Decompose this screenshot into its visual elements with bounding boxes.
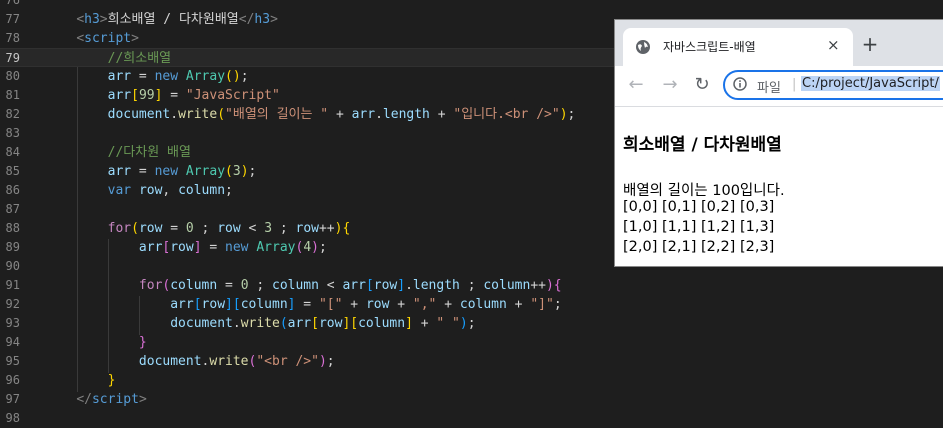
close-icon[interactable]: × [827, 36, 840, 54]
info-icon[interactable] [733, 77, 747, 91]
line-number: 91 [5, 278, 20, 292]
line-number: 96 [5, 373, 20, 387]
line-number: 93 [5, 316, 20, 330]
code-line: 98 [0, 409, 943, 428]
line-number: 89 [5, 240, 20, 254]
line-number: 78 [5, 31, 20, 45]
code-token: h3 [84, 12, 100, 27]
url-separator: | [792, 77, 797, 92]
line-number: 83 [5, 126, 20, 140]
line-number: 77 [5, 12, 20, 26]
line-number: 94 [5, 335, 20, 349]
line-number: 87 [5, 202, 20, 216]
code-line: 95 document.write("<br />"); [0, 352, 943, 371]
line-number: 85 [5, 164, 20, 178]
code-line: 94 } [0, 333, 943, 352]
line-number: 92 [5, 297, 20, 311]
line-number: 84 [5, 145, 20, 159]
line-number: 76 [5, 0, 20, 7]
code-string: "[" [318, 297, 343, 312]
code-string: "<br />" [256, 354, 319, 369]
code-line: 76 [0, 0, 943, 10]
line-number: 90 [5, 259, 20, 273]
browser-window: 자바스크립트-배열 × + ← → ↻ 파일 | C:/project/Java… [615, 20, 943, 266]
line-number: 82 [5, 107, 20, 121]
output-line: 배열의 길이는 100입니다. [623, 183, 785, 199]
code-string: "입니다.<br />" [453, 107, 560, 122]
line-number: 81 [5, 88, 20, 102]
browser-tab[interactable]: 자바스크립트-배열 × [623, 28, 853, 66]
code-token: 희소배열 / 다차원배열 [107, 12, 239, 27]
code-string: " " [436, 316, 460, 331]
code-token: script [84, 31, 132, 46]
code-token: script [91, 392, 139, 407]
plus-icon[interactable]: + [859, 32, 881, 56]
line-number: 80 [5, 69, 20, 83]
code-line: 97 </script> [0, 390, 943, 409]
line-number: 97 [5, 392, 20, 406]
code-string: "," [412, 297, 437, 312]
line-number: 88 [5, 221, 20, 235]
output-line: [1,0] [1,1] [1,2] [1,3] [623, 219, 775, 235]
url-scheme-label: 파일 [757, 81, 781, 96]
line-number: 95 [5, 354, 20, 368]
code-line: 93 document.write(arr[row][column] + " "… [0, 314, 943, 333]
code-comment: //다차원 배열 [107, 145, 191, 160]
code-string: "]" [530, 297, 554, 312]
code-line: 96 } [0, 371, 943, 390]
code-line: 92 arr[row][column] = "[" + row + "," + … [0, 295, 943, 314]
globe-icon [636, 40, 650, 54]
address-bar[interactable]: 파일 | C:/project/JavaScript/ [723, 70, 943, 100]
line-number: 86 [5, 183, 20, 197]
line-number: 98 [5, 411, 20, 425]
tab-title: 자바스크립트-배열 [663, 40, 756, 54]
page-content: 희소배열 / 다차원배열 배열의 길이는 100입니다. [0,0] [0,1]… [615, 107, 943, 266]
url-text[interactable]: C:/project/JavaScript/ [801, 76, 940, 91]
reload-icon[interactable]: ↻ [691, 74, 713, 95]
output-line: [2,0] [2,1] [2,2] [2,3] [623, 239, 775, 255]
code-string: "배열의 길이는 " [225, 107, 329, 122]
code-comment: //희소배열 [107, 51, 172, 66]
code-line: 91 for(column = 0 ; column < arr[row].le… [0, 276, 943, 295]
line-number: 79 [5, 51, 20, 65]
tab-bar: 자바스크립트-배열 × + [615, 20, 943, 66]
page-heading: 희소배열 / 다차원배열 [623, 135, 782, 155]
browser-toolbar: ← → ↻ 파일 | C:/project/JavaScript/ [615, 66, 943, 107]
back-arrow-icon[interactable]: ← [625, 74, 647, 95]
output-line: [0,0] [0,1] [0,2] [0,3] [623, 199, 775, 215]
forward-arrow-icon[interactable]: → [659, 74, 681, 95]
